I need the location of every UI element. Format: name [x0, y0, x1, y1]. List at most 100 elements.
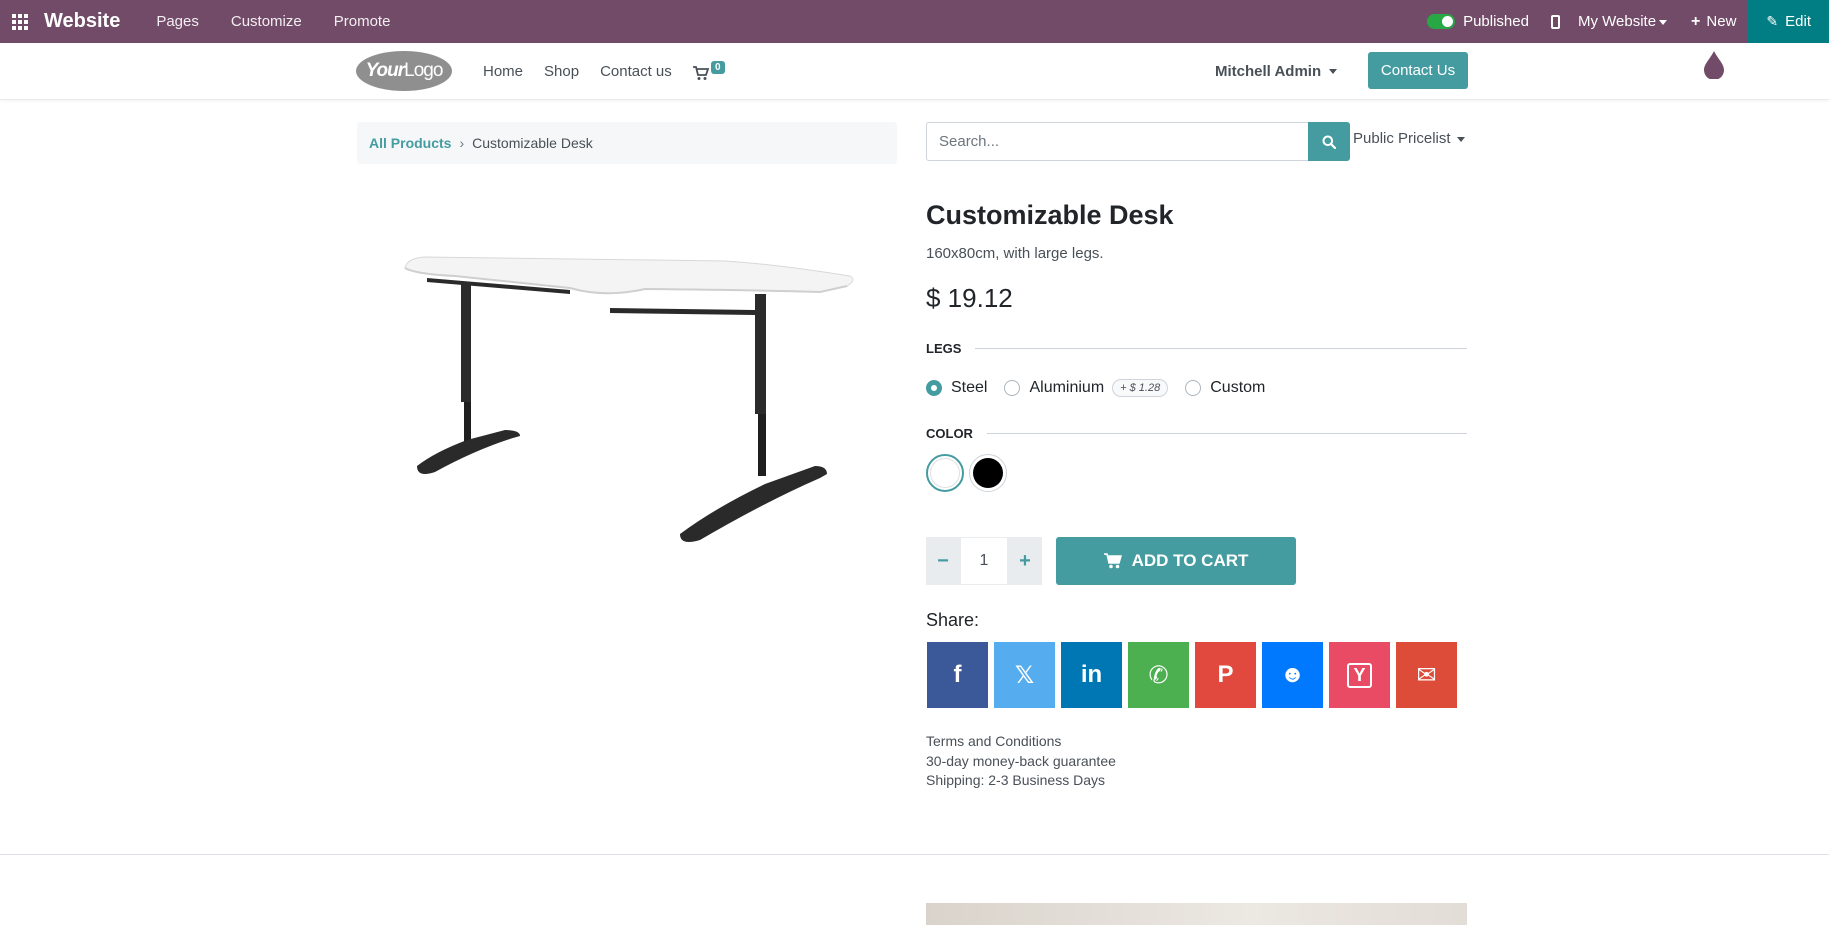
quantity-input[interactable] [960, 537, 1008, 585]
product-price: $ 19.12 [926, 283, 1013, 313]
mobile-preview-icon[interactable] [1550, 14, 1560, 29]
guarantee-text: 30-day money-back guarantee [926, 752, 1116, 769]
search-button[interactable] [1308, 122, 1350, 161]
site-header: Your Logo Home Shop Contact us 0 Mitchell… [0, 43, 1829, 100]
share-whatsapp-button[interactable]: ✆ [1128, 642, 1189, 708]
cart-link[interactable]: 0 [693, 61, 729, 83]
share-email-button[interactable]: ✉ [1396, 642, 1457, 708]
user-name: Mitchell Admin [1215, 63, 1322, 80]
radio-icon[interactable] [1004, 380, 1021, 396]
menu-promote[interactable]: Promote [334, 13, 391, 30]
pinterest-icon: P [1217, 661, 1234, 688]
reddit-icon: ☻ [1279, 661, 1306, 688]
edit-button[interactable]: ✎ Edit [1748, 0, 1829, 43]
website-switcher-label: My Website [1577, 13, 1657, 30]
linkedin-icon: in [1080, 661, 1103, 688]
section-image [926, 903, 1467, 925]
published-label[interactable]: Published [1463, 13, 1529, 30]
breadcrumb: All Products › Customizable Desk [357, 122, 897, 164]
nav-home[interactable]: Home [483, 63, 523, 80]
legs-option-custom[interactable]: Custom [1185, 379, 1265, 397]
pricelist-label: Public Pricelist [1353, 130, 1451, 147]
published-toggle[interactable] [1427, 14, 1456, 29]
swatch-dot [973, 458, 1003, 488]
caret-down-icon [1659, 19, 1668, 25]
breadcrumb-all-products[interactable]: All Products [369, 135, 451, 151]
product-description: 160x80cm, with large legs. [926, 245, 1104, 262]
cart-icon [693, 66, 709, 80]
legs-option-label: Custom [1210, 379, 1266, 396]
radio-checked-icon[interactable] [926, 380, 942, 396]
price-extra-badge: + $ 1.28 [1112, 379, 1169, 397]
terms-link[interactable]: Terms and Conditions [926, 732, 1116, 752]
nav-shop[interactable]: Shop [544, 63, 579, 80]
user-menu[interactable]: Mitchell Admin [1215, 43, 1338, 100]
color-heading-label: COLOR [926, 426, 973, 441]
color-swatches [926, 454, 1012, 492]
site-logo[interactable]: Your Logo [356, 51, 452, 91]
legs-option-label: Aluminium [1029, 379, 1105, 396]
email-icon: ✉ [1416, 661, 1437, 689]
minus-icon: − [937, 549, 949, 572]
pricelist-dropdown[interactable]: Public Pricelist [1353, 130, 1465, 147]
legs-option-label: Steel [951, 379, 988, 396]
legs-heading-label: LEGS [926, 341, 962, 356]
apps-grid-icon [12, 13, 28, 30]
color-heading: COLOR [926, 426, 1467, 441]
pencil-icon: ✎ [1766, 13, 1779, 29]
share-buttons: f 𝕏 in ✆ P ☻ Y ✉ [927, 642, 1463, 708]
drop-icon [1704, 51, 1724, 79]
admin-bar: Website Pages Customize Promote Publishe… [0, 0, 1829, 43]
search-input[interactable] [926, 122, 1308, 161]
menu-pages[interactable]: Pages [156, 13, 199, 30]
swatch-dot [930, 458, 960, 488]
new-label: New [1706, 13, 1737, 30]
logo-text-your: Your [365, 60, 406, 81]
legs-heading: LEGS [926, 341, 1467, 356]
admin-brand[interactable]: Website [44, 10, 120, 33]
breadcrumb-separator-icon: › [459, 135, 465, 151]
apps-menu-button[interactable] [0, 0, 40, 43]
website-switcher[interactable]: My Website [1577, 13, 1668, 30]
legs-option-steel[interactable]: Steel [926, 379, 987, 397]
breadcrumb-current: Customizable Desk [472, 135, 593, 151]
add-to-cart-button[interactable]: ADD TO CART [1056, 537, 1296, 585]
facebook-icon: f [953, 661, 962, 688]
product-image[interactable] [395, 240, 865, 560]
quantity-stepper: − + [926, 537, 1042, 585]
share-pinterest-button[interactable]: P [1195, 642, 1256, 708]
hacker-news-icon: Y [1347, 662, 1372, 688]
product-title: Customizable Desk [926, 200, 1174, 230]
add-to-cart-label: ADD TO CART [1131, 551, 1249, 570]
contact-us-button[interactable]: Contact Us [1368, 52, 1468, 89]
color-swatch-white[interactable] [926, 454, 964, 492]
edit-label: Edit [1785, 13, 1811, 30]
share-reddit-button[interactable]: ☻ [1262, 642, 1323, 708]
product-info: Terms and Conditions 30-day money-back g… [926, 732, 1116, 791]
whatsapp-icon: ✆ [1148, 661, 1169, 689]
section-divider [0, 854, 1829, 855]
main-nav: Home Shop Contact us [483, 43, 693, 100]
menu-customize[interactable]: Customize [231, 13, 302, 30]
plus-icon: + [1691, 12, 1701, 30]
share-linkedin-button[interactable]: in [1061, 642, 1122, 708]
legs-option-aluminium[interactable]: Aluminium + $ 1.28 [1004, 379, 1169, 397]
radio-icon[interactable] [1185, 380, 1202, 396]
share-facebook-button[interactable]: f [927, 642, 988, 708]
new-button[interactable]: + New [1691, 13, 1736, 31]
cart-count-badge: 0 [711, 61, 725, 74]
shipping-text: Shipping: 2-3 Business Days [926, 772, 1105, 788]
increase-quantity-button[interactable]: + [1008, 537, 1042, 585]
share-label: Share: [926, 610, 980, 630]
nav-contact[interactable]: Contact us [600, 63, 672, 80]
x-icon: 𝕏 [1014, 661, 1035, 689]
color-swatch-black[interactable] [969, 454, 1007, 492]
search-icon [1322, 135, 1336, 149]
caret-down-icon [1456, 136, 1465, 142]
decrease-quantity-button[interactable]: − [926, 537, 960, 585]
caret-down-icon [1329, 69, 1338, 74]
share-x-button[interactable]: 𝕏 [994, 642, 1055, 708]
share-hacker-news-button[interactable]: Y [1329, 642, 1390, 708]
legs-options: Steel Aluminium + $ 1.28 Custom [926, 379, 1282, 397]
plus-icon: + [1019, 549, 1031, 572]
